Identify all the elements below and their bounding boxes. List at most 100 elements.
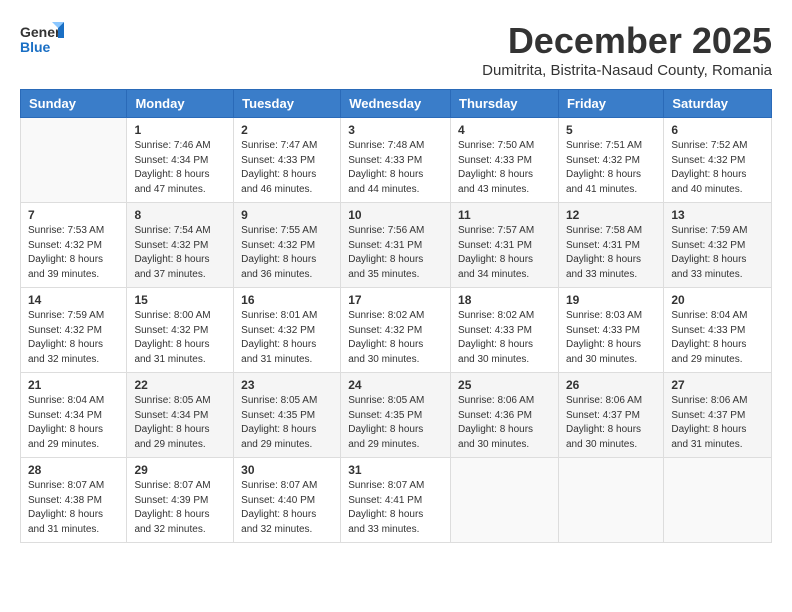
day-number: 16 <box>241 293 333 307</box>
calendar-cell: 14 Sunrise: 7:59 AM Sunset: 4:32 PM Dayli… <box>21 288 127 373</box>
calendar-cell: 8Sunrise: 7:54 AM Sunset: 4:32 PM Daylig… <box>127 203 234 288</box>
calendar-cell <box>451 458 559 543</box>
day-number: 26 <box>566 378 656 392</box>
day-number: 21 <box>28 378 119 392</box>
calendar-cell: 27 Sunrise: 8:06 AM Sunset: 4:37 PM Dayli… <box>664 373 772 458</box>
day-number: 15 <box>134 293 226 307</box>
calendar-cell: 11Sunrise: 7:57 AM Sunset: 4:31 PM Dayli… <box>451 203 559 288</box>
title-block: December 2025 Dumitrita, Bistrita-Nasaud… <box>482 20 772 79</box>
weekday-header-friday: Friday <box>558 90 663 118</box>
location-title: Dumitrita, Bistrita-Nasaud County, Roman… <box>482 62 772 79</box>
day-info: Sunrise: 8:05 AM Sunset: 4:35 PM Dayligh… <box>241 394 333 452</box>
weekday-header-monday: Monday <box>127 90 234 118</box>
calendar-cell: 18Sunrise: 8:02 AM Sunset: 4:33 PM Dayli… <box>451 288 559 373</box>
day-info: Sunrise: 7:54 AM Sunset: 4:32 PM Dayligh… <box>134 224 226 282</box>
calendar-cell: 2Sunrise: 7:47 AM Sunset: 4:33 PM Daylig… <box>234 118 341 203</box>
calendar-cell: 12 Sunrise: 7:58 AM Sunset: 4:31 PM Dayli… <box>558 203 663 288</box>
calendar-cell: 5 Sunrise: 7:51 AM Sunset: 4:32 PM Daylig… <box>558 118 663 203</box>
day-number: 18 <box>458 293 551 307</box>
calendar-cell: 17 Sunrise: 8:02 AM Sunset: 4:32 PM Dayli… <box>341 288 451 373</box>
weekday-header-row: SundayMondayTuesdayWednesdayThursdayFrid… <box>21 90 772 118</box>
day-number: 4 <box>458 123 551 137</box>
calendar-cell: 22 Sunrise: 8:05 AM Sunset: 4:34 PM Dayli… <box>127 373 234 458</box>
calendar-cell: 13 Sunrise: 7:59 AM Sunset: 4:32 PM Dayli… <box>664 203 772 288</box>
day-number: 14 <box>28 293 119 307</box>
calendar-cell: 28 Sunrise: 8:07 AM Sunset: 4:38 PM Dayli… <box>21 458 127 543</box>
calendar-cell: 19 Sunrise: 8:03 AM Sunset: 4:33 PM Dayli… <box>558 288 663 373</box>
calendar-week-3: 14 Sunrise: 7:59 AM Sunset: 4:32 PM Dayli… <box>21 288 772 373</box>
day-number: 30 <box>241 463 333 477</box>
day-number: 7 <box>28 208 119 222</box>
day-number: 3 <box>348 123 443 137</box>
day-info: Sunrise: 8:06 AM Sunset: 4:36 PM Dayligh… <box>458 394 551 452</box>
day-info: Sunrise: 8:05 AM Sunset: 4:35 PM Dayligh… <box>348 394 443 452</box>
calendar-cell: 15Sunrise: 8:00 AM Sunset: 4:32 PM Dayli… <box>127 288 234 373</box>
day-number: 28 <box>28 463 119 477</box>
day-number: 12 <box>566 208 656 222</box>
day-info: Sunrise: 7:55 AM Sunset: 4:32 PM Dayligh… <box>241 224 333 282</box>
day-number: 22 <box>134 378 226 392</box>
weekday-header-thursday: Thursday <box>451 90 559 118</box>
day-info: Sunrise: 8:04 AM Sunset: 4:33 PM Dayligh… <box>671 309 764 367</box>
day-info: Sunrise: 8:07 AM Sunset: 4:41 PM Dayligh… <box>348 479 443 537</box>
day-info: Sunrise: 7:46 AM Sunset: 4:34 PM Dayligh… <box>134 139 226 197</box>
svg-text:Blue: Blue <box>20 39 51 55</box>
day-info: Sunrise: 8:05 AM Sunset: 4:34 PM Dayligh… <box>134 394 226 452</box>
calendar-cell: 10Sunrise: 7:56 AM Sunset: 4:31 PM Dayli… <box>341 203 451 288</box>
calendar-cell: 29 Sunrise: 8:07 AM Sunset: 4:39 PM Dayli… <box>127 458 234 543</box>
calendar-cell <box>664 458 772 543</box>
day-number: 20 <box>671 293 764 307</box>
day-number: 31 <box>348 463 443 477</box>
calendar-cell: 16Sunrise: 8:01 AM Sunset: 4:32 PM Dayli… <box>234 288 341 373</box>
day-info: Sunrise: 8:02 AM Sunset: 4:32 PM Dayligh… <box>348 309 443 367</box>
day-number: 29 <box>134 463 226 477</box>
day-number: 19 <box>566 293 656 307</box>
calendar-week-2: 7Sunrise: 7:53 AM Sunset: 4:32 PM Daylig… <box>21 203 772 288</box>
day-info: Sunrise: 7:56 AM Sunset: 4:31 PM Dayligh… <box>348 224 443 282</box>
calendar-cell: 26 Sunrise: 8:06 AM Sunset: 4:37 PM Dayli… <box>558 373 663 458</box>
calendar-week-4: 21 Sunrise: 8:04 AM Sunset: 4:34 PM Dayli… <box>21 373 772 458</box>
day-info: Sunrise: 7:48 AM Sunset: 4:33 PM Dayligh… <box>348 139 443 197</box>
day-number: 27 <box>671 378 764 392</box>
day-info: Sunrise: 7:59 AM Sunset: 4:32 PM Dayligh… <box>28 309 119 367</box>
day-number: 13 <box>671 208 764 222</box>
weekday-header-tuesday: Tuesday <box>234 90 341 118</box>
logo-icon: General Blue <box>20 20 64 56</box>
day-info: Sunrise: 7:58 AM Sunset: 4:31 PM Dayligh… <box>566 224 656 282</box>
calendar-cell: 23 Sunrise: 8:05 AM Sunset: 4:35 PM Dayli… <box>234 373 341 458</box>
calendar-cell: 24 Sunrise: 8:05 AM Sunset: 4:35 PM Dayli… <box>341 373 451 458</box>
day-number: 5 <box>566 123 656 137</box>
calendar-cell: 9 Sunrise: 7:55 AM Sunset: 4:32 PM Daylig… <box>234 203 341 288</box>
day-number: 9 <box>241 208 333 222</box>
weekday-header-wednesday: Wednesday <box>341 90 451 118</box>
day-number: 11 <box>458 208 551 222</box>
calendar-cell: 20 Sunrise: 8:04 AM Sunset: 4:33 PM Dayli… <box>664 288 772 373</box>
day-number: 23 <box>241 378 333 392</box>
weekday-header-sunday: Sunday <box>21 90 127 118</box>
day-number: 25 <box>458 378 551 392</box>
day-info: Sunrise: 8:06 AM Sunset: 4:37 PM Dayligh… <box>566 394 656 452</box>
calendar-week-1: 1 Sunrise: 7:46 AM Sunset: 4:34 PM Daylig… <box>21 118 772 203</box>
calendar-cell: 25 Sunrise: 8:06 AM Sunset: 4:36 PM Dayli… <box>451 373 559 458</box>
day-info: Sunrise: 7:52 AM Sunset: 4:32 PM Dayligh… <box>671 139 764 197</box>
calendar-cell: 4 Sunrise: 7:50 AM Sunset: 4:33 PM Daylig… <box>451 118 559 203</box>
day-info: Sunrise: 8:07 AM Sunset: 4:38 PM Dayligh… <box>28 479 119 537</box>
month-title: December 2025 <box>482 20 772 62</box>
calendar-week-5: 28 Sunrise: 8:07 AM Sunset: 4:38 PM Dayli… <box>21 458 772 543</box>
logo: General Blue <box>20 20 64 56</box>
day-info: Sunrise: 7:51 AM Sunset: 4:32 PM Dayligh… <box>566 139 656 197</box>
day-info: Sunrise: 8:04 AM Sunset: 4:34 PM Dayligh… <box>28 394 119 452</box>
day-info: Sunrise: 8:06 AM Sunset: 4:37 PM Dayligh… <box>671 394 764 452</box>
page-header: General Blue December 2025 Dumitrita, Bi… <box>20 20 772 79</box>
day-number: 1 <box>134 123 226 137</box>
day-number: 17 <box>348 293 443 307</box>
day-number: 24 <box>348 378 443 392</box>
day-info: Sunrise: 8:07 AM Sunset: 4:39 PM Dayligh… <box>134 479 226 537</box>
day-info: Sunrise: 7:50 AM Sunset: 4:33 PM Dayligh… <box>458 139 551 197</box>
calendar-table: SundayMondayTuesdayWednesdayThursdayFrid… <box>20 89 772 543</box>
calendar-cell: 31 Sunrise: 8:07 AM Sunset: 4:41 PM Dayli… <box>341 458 451 543</box>
day-info: Sunrise: 7:59 AM Sunset: 4:32 PM Dayligh… <box>671 224 764 282</box>
day-info: Sunrise: 8:03 AM Sunset: 4:33 PM Dayligh… <box>566 309 656 367</box>
weekday-header-saturday: Saturday <box>664 90 772 118</box>
day-info: Sunrise: 8:07 AM Sunset: 4:40 PM Dayligh… <box>241 479 333 537</box>
